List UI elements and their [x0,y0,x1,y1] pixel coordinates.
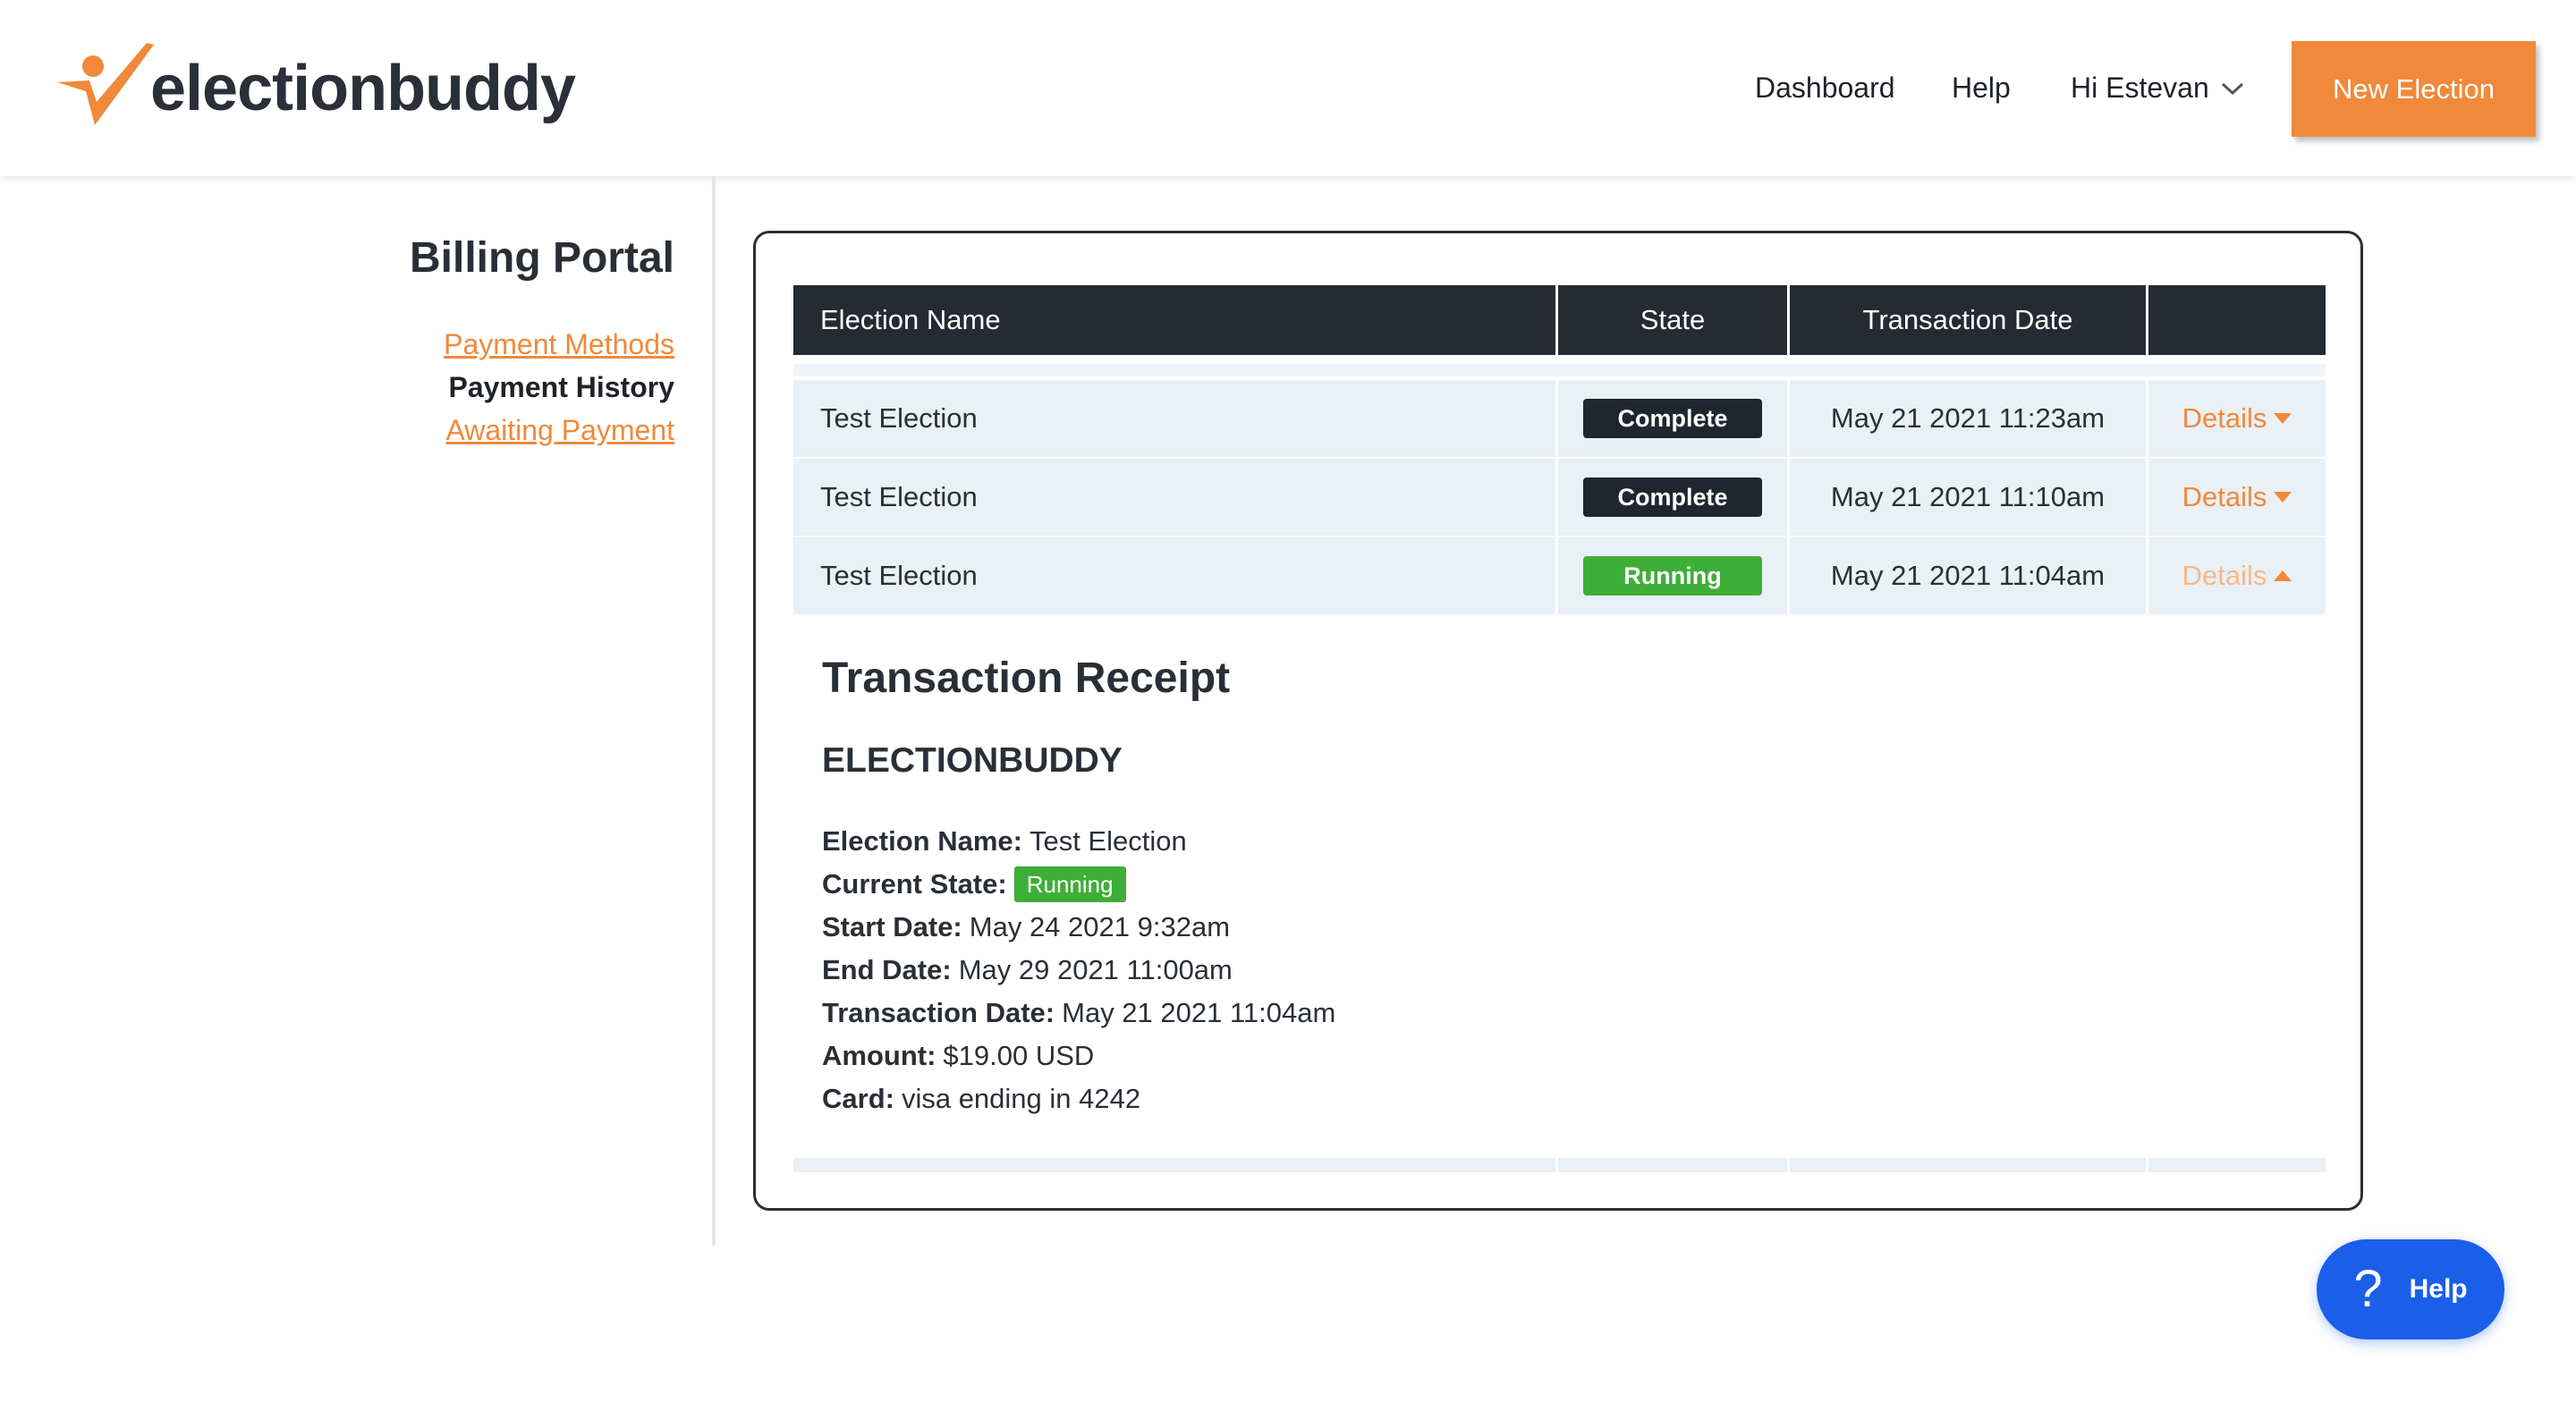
nav-help-link[interactable]: Help [1952,72,2011,105]
help-widget-button[interactable]: ? Help [2317,1239,2504,1339]
column-header-state: State [1558,285,1790,355]
column-header-actions [2148,285,2326,355]
billing-sidebar: Billing Portal Payment Methods Payment H… [0,176,716,1246]
user-greeting: Hi Estevan [2071,72,2209,104]
table-row: Test Election Running May 21 2021 11:04a… [793,537,2326,614]
column-header-transaction-date: Transaction Date [1790,285,2148,355]
details-toggle[interactable]: Details [2182,481,2292,513]
table-header: Election Name State Transaction Date [793,285,2326,355]
electionbuddy-logo[interactable]: electionbuddy [55,39,576,138]
receipt-transaction-date: Transaction Date: May 21 2021 11:04am [822,997,1336,1028]
receipt-title: Transaction Receipt [822,655,1231,702]
payment-history-card: Election Name State Transaction Date Tes… [753,231,2363,1211]
table-row: Test Election Complete May 21 2021 11:23… [793,380,2326,457]
receipt-end-date: End Date: May 29 2021 11:00am [822,954,1233,985]
cell-transaction-date: May 21 2021 11:23am [1790,380,2148,457]
details-toggle[interactable]: Details [2182,560,2292,592]
receipt-organization: ELECTIONBUDDY [822,741,1123,780]
transaction-receipt: Transaction Receipt ELECTIONBUDDY Electi… [822,654,1335,1114]
cell-election-name: Test Election [793,537,1558,614]
details-toggle[interactable]: Details [2182,402,2292,435]
receipt-start-date: Start Date: May 24 2021 9:32am [822,911,1231,942]
chevron-down-icon [2221,82,2243,95]
sidebar-item-payment-methods[interactable]: Payment Methods [444,328,674,361]
receipt-amount: Amount: $19.00 USD [822,1040,1095,1071]
caret-down-icon [2274,413,2292,424]
caret-down-icon [2274,492,2292,503]
status-badge: Running [1583,556,1762,596]
table-footer-strip [793,1158,2326,1172]
help-widget-label: Help [2409,1274,2468,1304]
new-election-button[interactable]: New Election [2292,41,2536,137]
receipt-election-name: Election Name: Test Election [822,825,1187,857]
sidebar-title: Billing Portal [409,234,674,282]
cell-transaction-date: May 21 2021 11:04am [1790,537,2148,614]
logo-wordmark: electionbuddy [150,53,576,124]
cell-election-name: Test Election [793,459,1558,536]
status-badge: Running [1013,866,1126,902]
top-navbar: electionbuddy Dashboard Help Hi Estevan … [0,0,2576,176]
status-badge: Complete [1583,399,1762,438]
table-row: Test Election Complete May 21 2021 11:10… [793,459,2326,536]
column-header-election-name: Election Name [793,285,1558,355]
checkmark-logo-icon [57,43,154,125]
question-icon: ? [2353,1260,2383,1318]
cell-election-name: Test Election [793,380,1558,457]
nav-dashboard-link[interactable]: Dashboard [1755,72,1895,105]
receipt-details: Election Name: Test Election Current Sta… [822,820,1538,1120]
sidebar-item-awaiting-payment[interactable]: Awaiting Payment [445,414,674,447]
sidebar-item-payment-history[interactable]: Payment History [448,371,674,404]
receipt-current-state: Current State: Running [822,863,1538,906]
cell-transaction-date: May 21 2021 11:10am [1790,459,2148,536]
status-badge: Complete [1583,477,1762,517]
receipt-card: Card: visa ending in 4242 [822,1083,1141,1114]
caret-up-icon [2274,570,2292,581]
user-menu[interactable]: Hi Estevan [2071,72,2245,105]
table-spacer [793,364,2326,376]
